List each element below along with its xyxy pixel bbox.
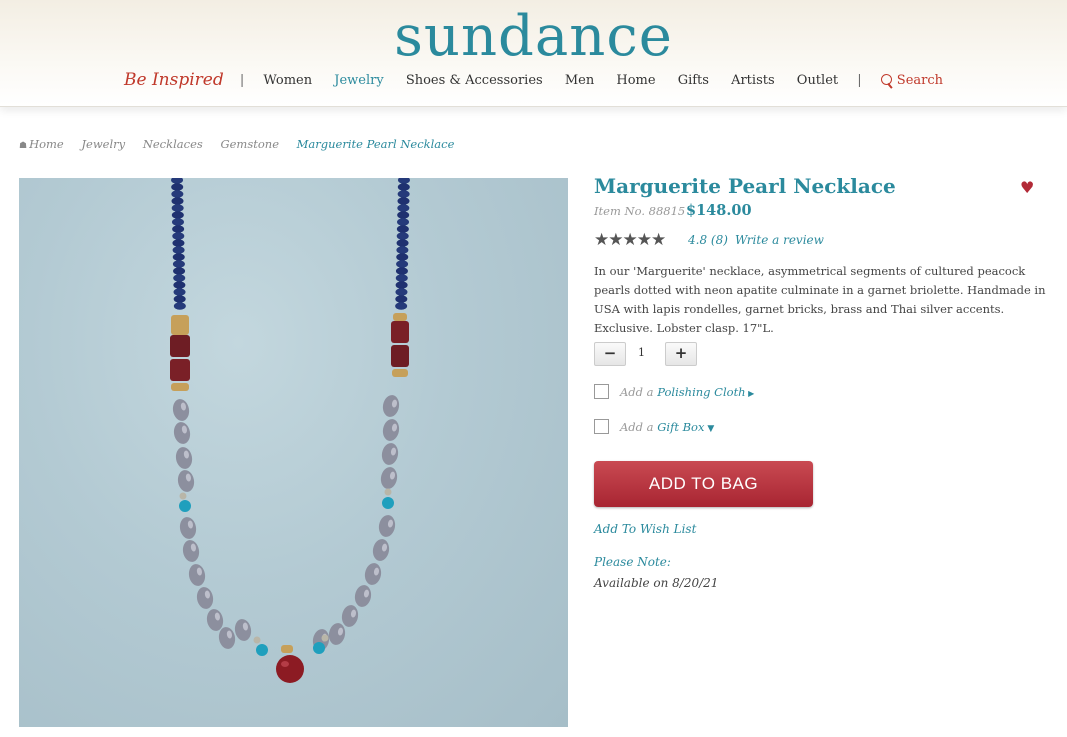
nav-outlet[interactable]: Outlet: [797, 73, 838, 88]
product-image[interactable]: [19, 178, 568, 727]
breadcrumb-gemstone[interactable]: Gemstone: [220, 137, 279, 151]
caret-right-icon: ▶: [745, 389, 755, 398]
polishing-cloth-checkbox[interactable]: [594, 384, 609, 399]
quantity-decrease-button[interactable]: −: [594, 342, 626, 366]
star-rating-icon[interactable]: ★★★★★: [594, 230, 666, 250]
addon-polishing-cloth: Add a Polishing Cloth ▶: [594, 384, 754, 399]
chevron-down-icon: ▼: [704, 424, 715, 434]
nav-men[interactable]: Men: [565, 73, 594, 88]
add-to-wish-list-link[interactable]: Add To Wish List: [594, 522, 696, 536]
please-note-label: Please Note:: [594, 555, 671, 569]
search-label: Search: [896, 72, 944, 88]
quantity-value[interactable]: 1: [638, 346, 645, 359]
nav-divider: |: [857, 72, 862, 88]
breadcrumb-home[interactable]: ☗ Home: [19, 137, 64, 151]
nav-be-inspired[interactable]: Be Inspired: [124, 70, 224, 90]
nav-jewelry[interactable]: Jewelry: [334, 73, 383, 88]
pearl-strand: [172, 395, 400, 656]
product-title: Marguerite Pearl Necklace: [594, 174, 896, 198]
lapis-beads-right: [395, 178, 410, 310]
necklace-illustration: [170, 178, 410, 683]
gift-box-checkbox[interactable]: [594, 419, 609, 434]
breadcrumb-current: Marguerite Pearl Necklace: [296, 137, 455, 151]
polishing-cloth-link[interactable]: Polishing Cloth: [657, 385, 745, 399]
main-nav: Be Inspired | Women Jewelry Shoes & Acce…: [0, 70, 1067, 90]
addon-gift-box: Add a Gift Box ▼: [594, 419, 714, 434]
addon-prefix: Add a: [620, 385, 654, 399]
rating-value[interactable]: 4.8 (8): [688, 233, 728, 247]
nav-artists[interactable]: Artists: [731, 73, 775, 88]
addon-prefix: Add a: [620, 420, 654, 434]
nav-divider: |: [239, 72, 245, 88]
breadcrumb: ☗ Home Jewelry Necklaces Gemstone Marguer…: [19, 137, 468, 151]
lapis-beads-left: [171, 178, 186, 310]
heart-icon[interactable]: ♥: [1020, 178, 1034, 197]
availability-note: Available on 8/20/21: [594, 576, 719, 590]
nav-search[interactable]: Search: [880, 72, 944, 88]
quantity-increase-button[interactable]: +: [665, 342, 697, 366]
write-review-link[interactable]: Write a review: [735, 233, 824, 247]
product-price: $148.00: [686, 202, 752, 219]
home-icon: ☗: [19, 141, 28, 151]
nav-home[interactable]: Home: [616, 73, 655, 88]
gift-box-link[interactable]: Gift Box: [657, 420, 704, 434]
garnet-bricks: [170, 313, 409, 391]
site-header: sundance Be Inspired | Women Jewelry Sho…: [0, 0, 1067, 107]
breadcrumb-jewelry[interactable]: Jewelry: [81, 137, 125, 151]
garnet-briolette: [276, 645, 304, 683]
breadcrumb-home-label: Home: [29, 137, 64, 151]
product-description: In our 'Marguerite' necklace, asymmetric…: [594, 264, 1046, 335]
add-to-bag-button[interactable]: ADD TO BAG: [594, 461, 813, 507]
nav-shoes-accessories[interactable]: Shoes & Accessories: [406, 73, 543, 88]
nav-gifts[interactable]: Gifts: [678, 73, 709, 88]
search-icon: [880, 73, 892, 85]
item-number: Item No. 88815: [594, 204, 686, 218]
site-logo[interactable]: sundance: [0, 2, 1067, 72]
breadcrumb-necklaces[interactable]: Necklaces: [143, 137, 203, 151]
nav-women[interactable]: Women: [263, 73, 312, 88]
